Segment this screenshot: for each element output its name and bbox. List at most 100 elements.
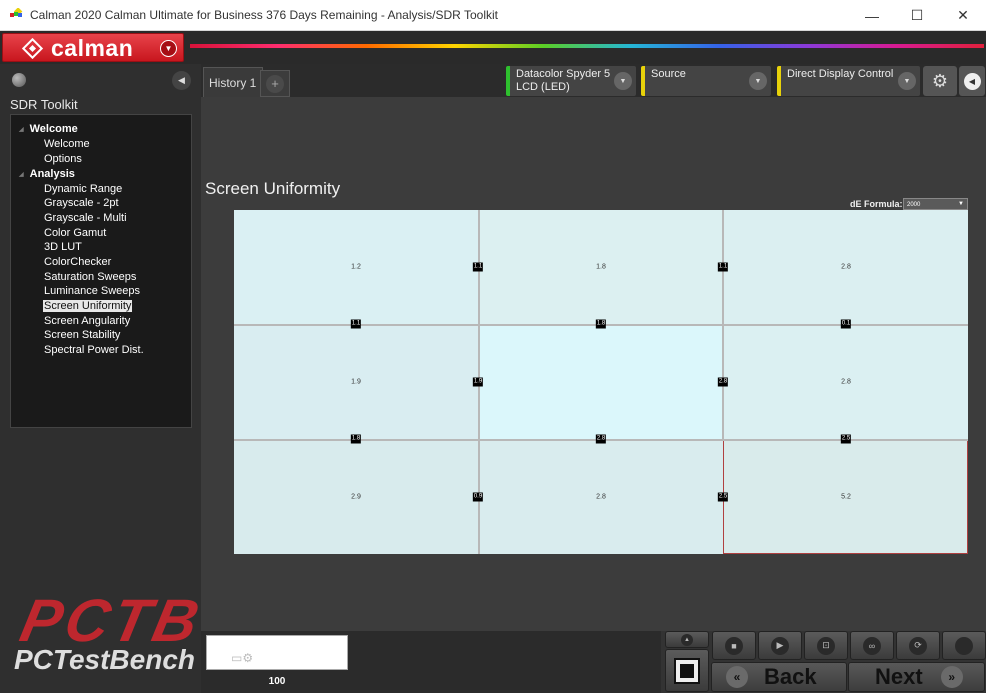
calman-logo-button[interactable]: calman ▼ — [2, 33, 184, 62]
add-tab-button[interactable]: + — [260, 70, 290, 97]
tree-group-analysis[interactable]: ◢ Analysis — [19, 168, 75, 180]
app-header: calman ▼ — [0, 31, 986, 64]
title-bar: Calman 2020 Calman Ultimate for Business… — [0, 0, 986, 31]
expand-controls-button[interactable]: ▲ — [665, 631, 709, 648]
workflow-tree: ◢ Welcome Welcome Options ◢ Analysis Dynam… — [10, 114, 192, 428]
boundary-tag: 1.9 — [472, 377, 484, 387]
source-selector[interactable]: Source ▼ — [641, 66, 771, 96]
status-led-icon — [12, 73, 26, 87]
chevron-left-icon: ◀ — [963, 72, 981, 90]
cell-value: 2.8 — [841, 378, 851, 386]
measure-button[interactable]: ⊡ — [804, 631, 848, 660]
tree-item-screen-uniformity[interactable]: Screen Uniformity — [43, 300, 133, 312]
meter-selector[interactable]: Datacolor Spyder 5 LCD (LED) ▼ — [506, 66, 636, 96]
tree-item-options[interactable]: Options — [43, 153, 83, 165]
play-button[interactable]: ▶ — [758, 631, 802, 660]
tree-item-grayscale-2pt[interactable]: Grayscale - 2pt — [43, 197, 120, 209]
boundary-tag: 1.1 — [717, 262, 729, 272]
boundary-tag: 2.5 — [840, 434, 852, 444]
stop-button[interactable]: ■ — [712, 631, 756, 660]
status-button[interactable] — [942, 631, 986, 660]
de-formula-select[interactable]: 2000 ▼ — [903, 198, 968, 210]
tree-item-grayscale-multi[interactable]: Grayscale - Multi — [43, 212, 128, 224]
tree-item-color-gamut[interactable]: Color Gamut — [43, 227, 107, 239]
uniformity-grid: 1.2 1.8 2.8 1.9 2.8 2.9 2.8 5.2 1.1 1.1 … — [234, 210, 968, 554]
boundary-tag: 1.8 — [595, 319, 607, 329]
cell-value: 2.9 — [351, 493, 361, 501]
sidebar-title: SDR Toolkit — [10, 97, 78, 112]
next-label: Next — [875, 664, 923, 689]
continuous-button[interactable]: ∞ — [850, 631, 894, 660]
source-label: Source — [651, 68, 686, 80]
measurement-controls: ▲ ■ ▶ ⊡ ∞ ⟳ « Back Next » — [661, 631, 986, 693]
tree-item-spectral-power-dist[interactable]: Spectral Power Dist. — [43, 344, 145, 356]
tab-bar: History 1 + Datacolor Spyder 5 LCD (LED)… — [201, 64, 986, 97]
triangle-icon: ◢ — [19, 126, 24, 133]
play-icon: ▶ — [771, 636, 789, 655]
display-label: Direct Display Control — [787, 68, 894, 80]
uniformity-cell-center[interactable] — [479, 324, 723, 439]
tree-item-dynamic-range[interactable]: Dynamic Range — [43, 183, 123, 195]
gear-icon: ⚙ — [931, 70, 949, 91]
pattern-generator-icon: ▭⚙ — [231, 651, 254, 665]
collapse-panel-button[interactable]: ◀ — [959, 66, 985, 96]
grid-line — [722, 210, 724, 439]
tree-group-welcome[interactable]: ◢ Welcome — [19, 123, 78, 135]
cell-value: 1.8 — [596, 263, 606, 271]
cell-value: 2.8 — [596, 493, 606, 501]
tab-history-1[interactable]: History 1 — [203, 67, 264, 97]
back-button[interactable]: « Back — [711, 662, 847, 692]
chevron-down-icon: ▼ — [749, 72, 767, 90]
chevron-up-icon: ▲ — [681, 633, 693, 646]
watermark-text: PCTestBench — [14, 644, 196, 675]
boundary-tag: 1.8 — [350, 434, 362, 444]
boundary-tag: 1.1 — [472, 262, 484, 272]
next-button[interactable]: Next » — [848, 662, 985, 692]
cell-value: 1.2 — [351, 263, 361, 271]
chevron-down-icon: ▼ — [160, 40, 177, 57]
stop-icon: ■ — [725, 636, 743, 655]
color-swatch — [206, 635, 348, 670]
back-label: Back — [764, 664, 817, 689]
cell-value: 5.2 — [841, 493, 851, 501]
settings-button[interactable]: ⚙ — [923, 66, 957, 96]
close-button[interactable]: ✕ — [940, 0, 986, 31]
brand-name: calman — [51, 35, 134, 61]
refresh-button[interactable]: ⟳ — [896, 631, 940, 660]
calman-logo-icon — [21, 37, 44, 60]
refresh-icon: ⟳ — [909, 636, 927, 655]
window-title: Calman 2020 Calman Ultimate for Business… — [30, 8, 498, 22]
de-formula-value: 2000 — [907, 202, 921, 208]
tree-item-welcome[interactable]: Welcome — [43, 138, 91, 150]
collapse-sidebar-button[interactable]: ◀ — [172, 71, 191, 90]
meter-mode: LCD (LED) — [516, 81, 570, 93]
tree-item-screen-angularity[interactable]: Screen Angularity — [43, 315, 131, 327]
boundary-tag: 0.9 — [472, 492, 484, 502]
calman-app-icon — [10, 8, 23, 17]
minimize-button[interactable]: — — [849, 0, 895, 31]
cell-value: 2.8 — [841, 263, 851, 271]
rainbow-bar — [190, 44, 984, 48]
chevron-down-icon: ▼ — [958, 201, 964, 207]
status-dot-icon — [955, 636, 973, 655]
de-formula-label: dE Formula: — [850, 199, 903, 209]
boundary-tag: 2.8 — [717, 377, 729, 387]
tree-item-luminance-sweeps[interactable]: Luminance Sweeps — [43, 285, 141, 297]
stop-icon — [674, 657, 700, 684]
tree-item-colorchecker[interactable]: ColorChecker — [43, 256, 112, 268]
stop-all-button[interactable] — [665, 649, 709, 692]
maximize-button[interactable]: ☐ — [894, 0, 940, 31]
back-arrow-icon: « — [726, 666, 748, 688]
tree-item-screen-stability[interactable]: Screen Stability — [43, 329, 121, 341]
plus-icon: + — [266, 74, 284, 93]
boundary-tag: 1.1 — [350, 319, 362, 329]
next-arrow-icon: » — [940, 666, 963, 688]
tree-item-saturation-sweeps[interactable]: Saturation Sweeps — [43, 271, 137, 283]
cell-value: 1.9 — [351, 378, 361, 386]
tree-item-3d-lut[interactable]: 3D LUT — [43, 241, 83, 253]
infinity-icon: ∞ — [863, 636, 881, 655]
chevron-down-icon: ▼ — [898, 72, 916, 90]
boundary-tag: 0.1 — [840, 319, 852, 329]
chevron-down-icon: ▼ — [614, 72, 632, 90]
display-selector[interactable]: Direct Display Control ▼ — [777, 66, 920, 96]
